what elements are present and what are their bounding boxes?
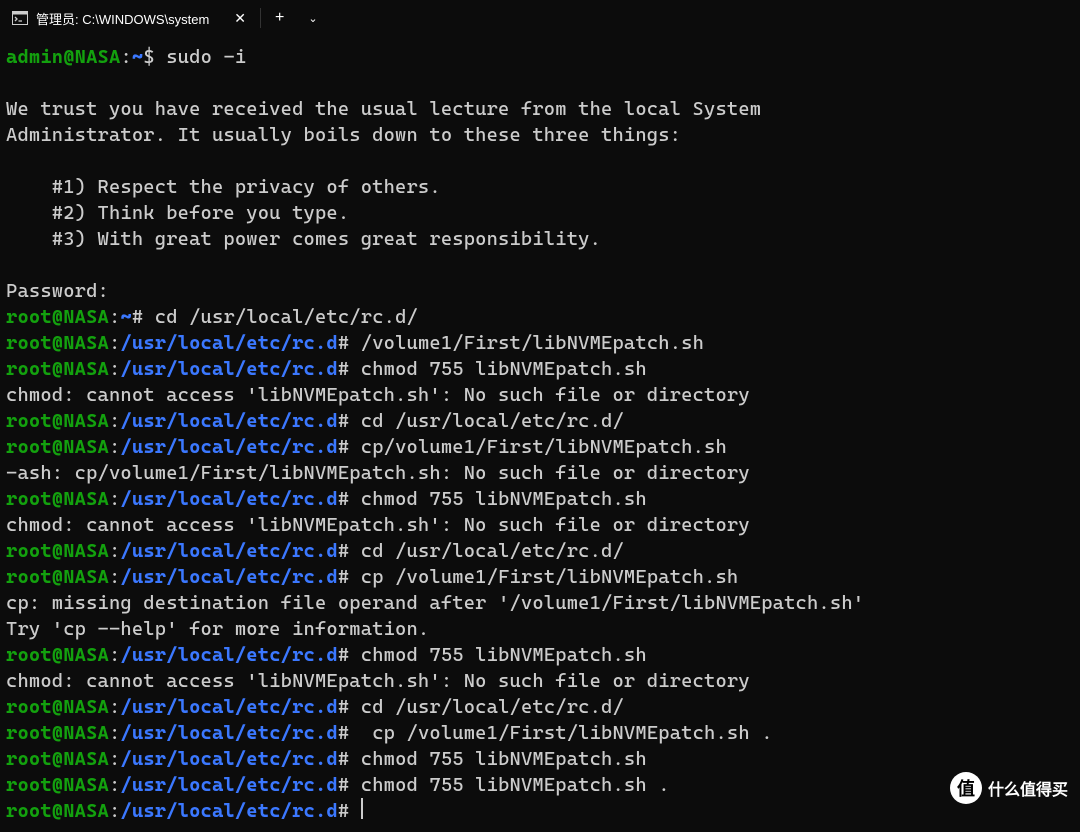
terminal-content[interactable]: admin@NASA:~$ sudo -i We trust you have …: [0, 36, 1080, 832]
tab-title: 管理员: C:\WINDOWS\system: [36, 9, 210, 28]
watermark: 值 什么值得买: [950, 772, 1068, 804]
tab-active[interactable]: 管理员: C:\WINDOWS\system ✕: [0, 0, 260, 36]
terminal-icon: [12, 10, 28, 26]
watermark-text: 什么值得买: [988, 776, 1068, 800]
prompt-user: admin@NASA: [6, 45, 120, 68]
terminal-output: admin@NASA:~$ sudo -i We trust you have …: [6, 44, 1074, 824]
watermark-badge-icon: 值: [950, 772, 982, 804]
new-tab-button[interactable]: +: [261, 9, 298, 27]
titlebar: 管理员: C:\WINDOWS\system ✕ + ⌄: [0, 0, 1080, 36]
tab-dropdown-button[interactable]: ⌄: [298, 12, 327, 25]
close-icon[interactable]: ✕: [228, 8, 252, 29]
